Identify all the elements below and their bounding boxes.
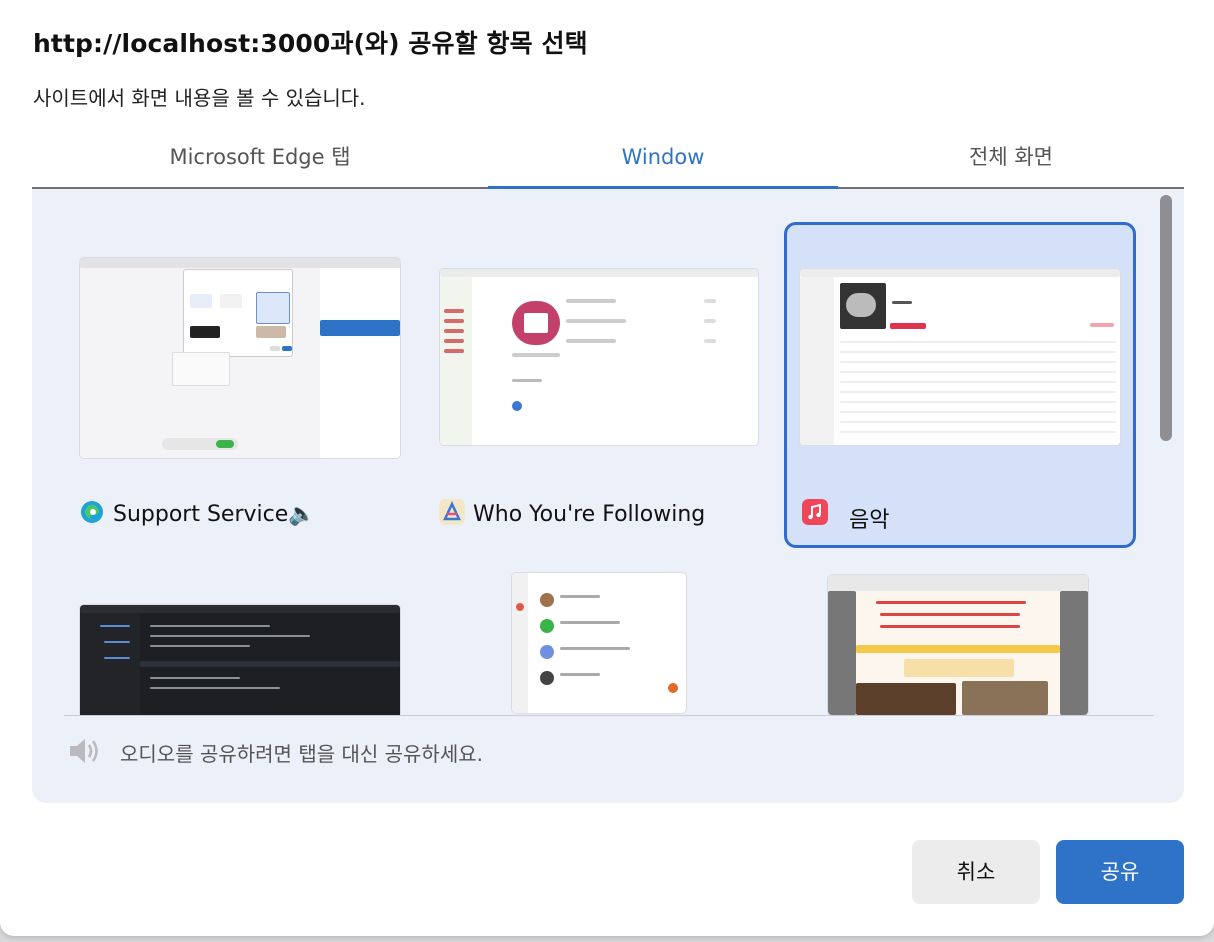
divider	[64, 715, 1154, 716]
source-tabs: Microsoft Edge 탭 Window 전체 화면	[32, 136, 1184, 189]
window-item-code-editor[interactable]	[64, 569, 416, 715]
audio-notice: 오디오를 공유하려면 탭을 대신 공유하세요.	[120, 742, 483, 766]
window-thumbnail	[512, 573, 686, 713]
window-thumbnail	[80, 605, 400, 715]
window-item-music[interactable]: 음악	[784, 222, 1136, 548]
window-label: Support Service🔈	[113, 502, 316, 527]
window-grid: Support Service🔈 Who You're Following 음악	[32, 189, 1154, 715]
tab-entire-screen[interactable]: 전체 화면	[918, 136, 1104, 189]
share-button[interactable]: 공유	[1056, 840, 1184, 904]
cancel-button[interactable]: 취소	[912, 840, 1040, 904]
music-icon	[802, 499, 828, 525]
window-thumbnail	[800, 269, 1120, 445]
window-thumbnail	[440, 269, 758, 445]
window-thumbnail	[828, 575, 1088, 715]
tab-edge-tabs[interactable]: Microsoft Edge 탭	[112, 136, 408, 189]
dialog-title: http://localhost:3000과(와) 공유할 항목 선택	[33, 29, 588, 58]
scrollbar-thumb[interactable]	[1160, 195, 1172, 441]
speaker-icon	[70, 739, 98, 763]
share-picker-dialog: http://localhost:3000과(와) 공유할 항목 선택 사이트에…	[0, 0, 1214, 936]
window-item-support-service[interactable]: Support Service🔈	[64, 223, 416, 549]
app-icon	[439, 499, 465, 525]
tab-window[interactable]: Window	[488, 136, 838, 189]
window-label: 음악	[849, 508, 890, 533]
edge-icon	[81, 501, 103, 523]
window-item-who-youre-following[interactable]: Who You're Following	[424, 223, 776, 549]
window-label: Who You're Following	[473, 502, 706, 527]
window-item-messenger[interactable]	[424, 569, 776, 715]
dialog-subtitle: 사이트에서 화면 내용을 볼 수 있습니다.	[33, 86, 366, 110]
window-thumbnail	[80, 258, 400, 458]
window-item-document[interactable]	[784, 569, 1136, 715]
window-list-panel: Support Service🔈 Who You're Following 음악…	[32, 189, 1184, 803]
